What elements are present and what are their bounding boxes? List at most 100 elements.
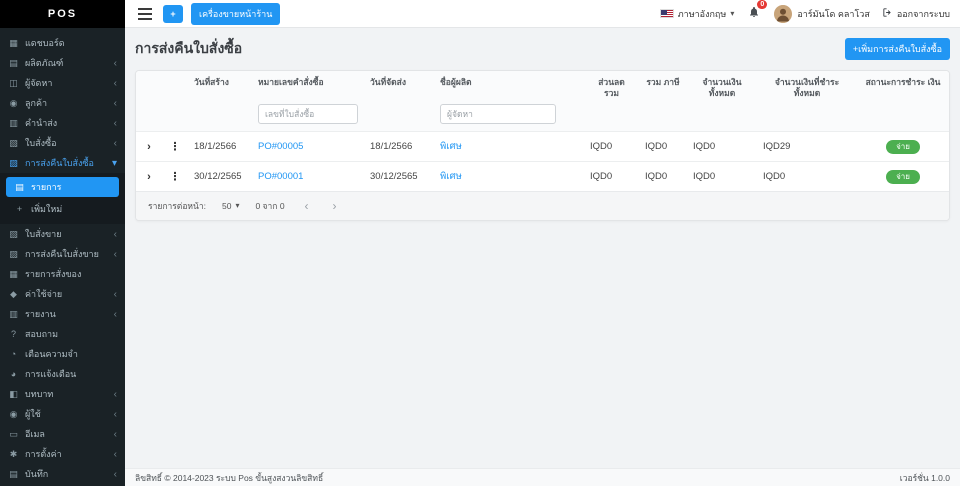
quick-add-button[interactable]: + [163,4,183,23]
payment-status-badge: จ่าย [886,139,920,154]
sidebar-item-dashboard[interactable]: ▦ แดชบอร์ด [0,33,125,53]
chevron-left-icon: ‹ [113,308,117,320]
logout-button[interactable]: ออกจากระบบ [882,7,950,21]
chevron-left-icon: ‹ [113,388,117,400]
column-header-supplier-name: ชื่อผู้ผลิต [440,77,472,87]
sidebar-item-reports[interactable]: ▥ รายงาน ‹ [0,304,125,324]
filter-row [136,100,949,132]
chevron-left-icon: ‹ [113,448,117,460]
sidebar-item-purchase-orders[interactable]: ▧ ใบสั่งซื้อ ‹ [0,133,125,153]
sidebar-subitem-add-new[interactable]: + เพิ่มใหม่ [6,199,119,219]
add-purchase-return-button[interactable]: +เพิ่มการส่งคืนใบสั่งซื้อ [844,38,950,60]
supplier-filter-input[interactable] [440,104,556,125]
sidebar-item-notifications[interactable]: ◕ การแจ้งเตือน [0,364,125,384]
caret-down-icon: ▾ [730,9,735,18]
total-paid-cell: IQD29 [757,131,857,162]
sidebar-item-items-list[interactable]: ▦ รายการสั่งของ [0,264,125,284]
user-avatar [774,4,793,23]
table-header: วันที่สร้าง หมายเลขคำสั่งซื้อ วันที่จัดส… [136,71,949,132]
sidebar-item-label: การแจ้งเตือน [25,369,77,379]
sidebar-item-roles[interactable]: ◧ บทบาท ‹ [0,384,125,404]
language-selector[interactable]: ภาษาอังกฤษ ▾ [659,7,735,21]
user-menu[interactable]: อาร์มันโด คลาโวส [774,4,870,23]
navbar-right: ภาษาอังกฤษ ▾ 0 อาร์มันโด คลาโวส ออกจากระ… [659,0,950,23]
page-content: การส่งคืนใบสั่งซื้อ +เพิ่มการส่งคืนใบสั่… [125,28,960,468]
pos-terminal-button[interactable]: เครื่องขายหน้าร้าน [191,2,281,25]
previous-page-button[interactable]: ‹ [301,199,313,213]
sidebar-item-customers[interactable]: ◉ ลูกค้า ‹ [0,93,125,113]
row-menu-icon[interactable]: ⋮ [170,171,181,183]
sidebar-item-users[interactable]: ◉ ผู้ใช้ ‹ [0,404,125,424]
sidebar-item-label: อีเมล [25,429,45,439]
sidebar-nav: ▦ แดชบอร์ด ▤ ผลิตภัณฑ์ ‹ ◫ ผู้จัดหา ‹ ◉ … [0,28,125,486]
app-window: POS ▦ แดชบอร์ด ▤ ผลิตภัณฑ์ ‹ ◫ ผู้จัดหา … [0,0,960,486]
order-number-link[interactable]: PO#00005 [258,141,303,152]
products-icon: ▤ [9,57,18,68]
expand-row-icon[interactable]: › [147,141,151,153]
copyright-text: ลิขสิทธิ์ © 2014-2023 ระบบ Pos ขั้นสูงสง… [135,472,324,483]
sidebar-item-label: บันทึก [25,469,49,479]
shipped-date-cell: 30/12/2565 [364,161,434,192]
supplier-link[interactable]: พิเศษ [440,171,462,182]
sidebar-subitem-label: รายการ [31,182,62,192]
notification-count-badge: 0 [757,0,768,9]
table-body: › ⋮ 18/1/2566 PO#00005 18/1/2566 พิเศษ I… [136,131,949,192]
column-header-total-discount: ส่วนลด รวม [598,77,625,98]
language-label: ภาษาอังกฤษ [677,8,727,19]
rows-per-page-select[interactable]: 50 ▾ [222,201,239,212]
notifications-button[interactable]: 0 [746,0,768,23]
sidebar-item-logs[interactable]: ▤ บันทึก ‹ [0,464,125,484]
sidebar-item-settings[interactable]: ✱ การตั้งค่า ‹ [0,444,125,464]
order-number-link[interactable]: PO#00001 [258,171,303,182]
sidebar-item-label: ผู้จัดหา [25,78,53,88]
purchase-returns-icon: ▨ [9,157,18,168]
sidebar-item-products[interactable]: ▤ ผลิตภัณฑ์ ‹ [0,53,125,73]
row-menu-icon[interactable]: ⋮ [170,141,181,153]
chevron-left-icon: ‹ [113,228,117,240]
chevron-left-icon: ‹ [113,77,117,89]
rows-per-page-label: รายการต่อหน้า: [148,201,206,212]
main-column: + เครื่องขายหน้าร้าน ภาษาอังกฤษ ▾ 0 อาร์… [125,0,960,486]
expenses-icon: ◆ [10,288,17,299]
sidebar-item-delivery-note[interactable]: ▥ คำนำส่ง ‹ [0,113,125,133]
sales-orders-icon: ▧ [9,228,18,239]
us-flag-icon [659,9,674,18]
table-row: › ⋮ 30/12/2565 PO#00001 30/12/2565 พิเศษ… [136,161,949,192]
expand-row-icon[interactable]: › [147,171,151,183]
sidebar-item-inquiry[interactable]: ? สอบถาม [0,324,125,344]
next-page-button[interactable]: › [329,199,341,213]
sidebar-item-label: ผลิตภัณฑ์ [25,58,64,68]
purchase-returns-table: วันที่สร้าง หมายเลขคำสั่งซื้อ วันที่จัดส… [136,71,949,192]
total-amount-cell: IQD0 [687,161,757,192]
column-header-total-paid: จำนวนเงินที่ชำระ ทั้งหมด [774,77,840,98]
plus-icon: + [16,204,23,214]
sidebar-item-reminders[interactable]: ◔ เตือนความจำ [0,344,125,364]
supplier-link[interactable]: พิเศษ [440,141,462,152]
chevron-down-icon: ▾ [111,157,117,169]
sidebar-item-purchase-returns[interactable]: ▨ การส่งคืนใบสั่งซื้อ ▾ [0,153,125,173]
top-navbar: + เครื่องขายหน้าร้าน ภาษาอังกฤษ ▾ 0 อาร์… [125,0,960,28]
sidebar-item-label: บทบาท [25,389,54,399]
payment-status-badge: จ่าย [886,169,920,184]
sidebar-item-label: การตั้งค่า [25,449,62,459]
menu-toggle-icon[interactable] [135,5,155,23]
sidebar-item-sales-returns[interactable]: ▨ การส่งคืนใบสั่งขาย ‹ [0,244,125,264]
order-number-filter-input[interactable] [258,104,358,125]
created-date-cell: 30/12/2565 [188,161,252,192]
total-tax-cell: IQD0 [639,131,687,162]
chevron-left-icon: ‹ [113,117,117,129]
app-logo[interactable]: POS [0,0,125,28]
total-paid-cell: IQD0 [757,161,857,192]
sidebar-item-label: สอบถาม [25,329,59,339]
sidebar-item-email[interactable]: ▭ อีเมล ‹ [0,424,125,444]
sidebar-item-expenses[interactable]: ◆ ค่าใช้จ่าย ‹ [0,284,125,304]
column-header-actions [162,71,188,100]
column-header-total-amount: จำนวนเงิน ทั้งหมด [702,77,742,98]
sidebar-item-sales-orders[interactable]: ▧ ใบสั่งขาย ‹ [0,224,125,244]
sidebar-item-suppliers[interactable]: ◫ ผู้จัดหา ‹ [0,73,125,93]
total-discount-cell: IQD0 [584,161,639,192]
bell-icon [748,7,760,21]
logo-text: POS [47,8,78,20]
sidebar-item-label: ใบสั่งขาย [25,229,62,239]
sidebar-subitem-list[interactable]: ▤ รายการ [6,177,119,197]
